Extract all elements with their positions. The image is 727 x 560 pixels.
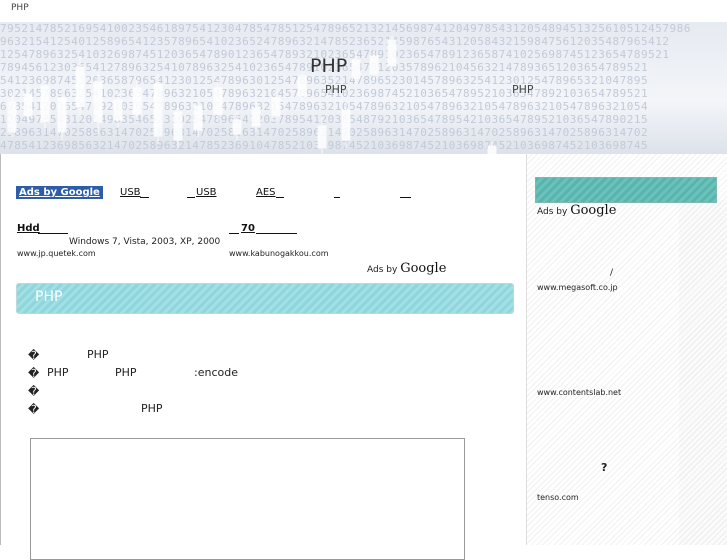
list-item-bullet: �: [28, 385, 40, 398]
ads-by-google-label[interactable]: Ads by Google: [367, 261, 446, 276]
list-item-text: PHP: [47, 366, 69, 379]
header-banner: 7952147852169541002354618975412304785478…: [0, 22, 727, 154]
ad-link-5[interactable]: [400, 187, 411, 198]
text-ad-title-70-underline[interactable]: [256, 223, 297, 234]
sidebar-ad-slash: /: [610, 268, 614, 278]
ad-link-aes-underline[interactable]: [276, 187, 284, 198]
top-bar: PHP: [0, 0, 727, 22]
sidebar-ad-url-tenso[interactable]: tenso.com: [537, 493, 579, 502]
text-ad-title-hdd-underline[interactable]: [38, 223, 68, 234]
ad-link-usb-1[interactable]: USB: [120, 187, 141, 198]
sidebar-ad-question[interactable]: ?: [601, 461, 607, 474]
list-item-bullet: �: [28, 403, 40, 416]
list-item-text: :encode: [194, 366, 238, 379]
ad-link-aes[interactable]: AES: [256, 187, 276, 198]
text-ad-url-hdd[interactable]: www.jp.quetek.com: [17, 249, 96, 258]
sidebar-ad-url-megasoft[interactable]: www.megasoft.co.jp: [537, 283, 618, 292]
sidebar-stripe: [679, 200, 727, 545]
ad-link-usb-1-underline[interactable]: [140, 187, 149, 198]
list-item-text: PHP: [141, 402, 163, 415]
ad-link-4[interactable]: [334, 187, 340, 198]
banner-subtitle-right: PHP: [512, 83, 534, 96]
sidebar-ad-url-contentslab[interactable]: www.contentslab.net: [537, 388, 621, 397]
banner-subtitle-left: PHP: [325, 83, 347, 96]
ads-by-text: Ads by: [537, 207, 568, 217]
text-ad-desc-hdd: Windows 7, Vista, 2003, XP, 2000: [69, 237, 221, 247]
google-logo: Google: [570, 203, 617, 218]
banner-title: PHP: [310, 55, 348, 77]
code-textarea[interactable]: [30, 438, 465, 560]
text-ad-url-70[interactable]: www.kabunogakkou.com: [229, 249, 329, 258]
ads-by-text: Ads by: [367, 265, 398, 275]
section-header-bar: PHP: [16, 283, 514, 314]
banner-candlestick-decoration: [7, 36, 497, 154]
google-logo: Google: [400, 261, 447, 276]
list-item-text: PHP: [87, 348, 109, 361]
ad-link-usb-2-underline[interactable]: [187, 187, 195, 198]
text-ad-title-hdd[interactable]: Hdd: [17, 223, 40, 234]
site-title[interactable]: PHP: [11, 3, 29, 13]
list-item-bullet: �: [28, 367, 40, 380]
sidebar-ads-by-google-label[interactable]: Ads by Google: [537, 203, 616, 218]
text-ad-title-70[interactable]: 70: [241, 223, 255, 234]
section-title: PHP: [35, 289, 63, 305]
ads-by-google-badge[interactable]: Ads by Google: [16, 186, 103, 199]
list-item-bullet: �: [28, 349, 40, 362]
list-item-text: PHP: [115, 366, 137, 379]
text-ad-title-70-prefix[interactable]: [229, 223, 239, 234]
sidebar-header-bar: [535, 177, 717, 203]
ad-link-usb-2[interactable]: USB: [196, 187, 217, 198]
